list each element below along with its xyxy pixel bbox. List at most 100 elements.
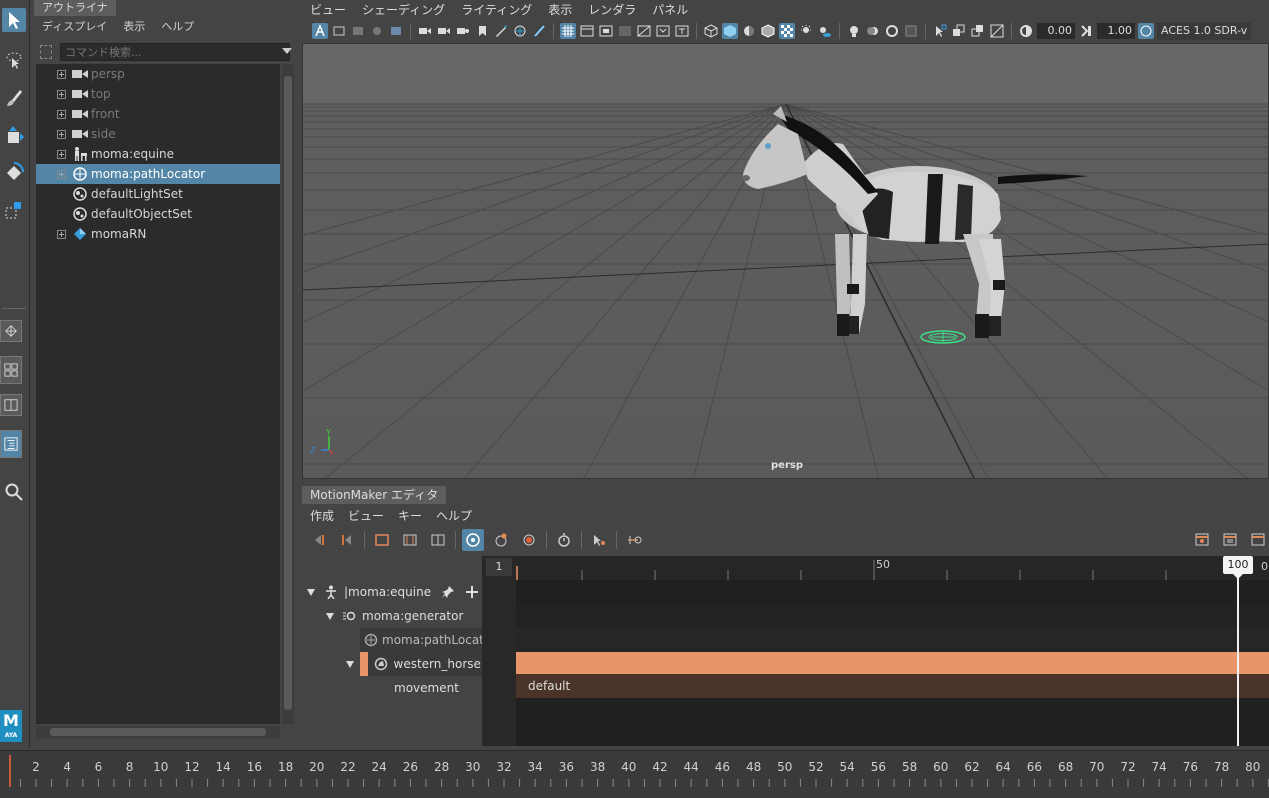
clock-icon[interactable] — [1247, 528, 1269, 550]
xray-joints-icon[interactable] — [970, 23, 986, 39]
start-frame-field[interactable]: 1 — [486, 558, 512, 576]
current-frame-line[interactable] — [1237, 556, 1239, 746]
outliner-item-momarn[interactable]: momaRN — [36, 224, 280, 244]
track-generator[interactable]: moma:generator — [300, 604, 482, 628]
2d-pan-icon[interactable] — [388, 23, 404, 39]
color-management-icon[interactable] — [1138, 23, 1154, 39]
bookmark-flag-icon[interactable] — [474, 23, 490, 39]
expand-icon[interactable] — [57, 109, 66, 119]
depth-of-field-icon[interactable] — [903, 23, 919, 39]
viewport-menu-show[interactable]: 表示 — [548, 0, 572, 20]
track-movement[interactable]: movement — [300, 676, 482, 700]
horse-model[interactable] — [742, 106, 1088, 338]
collapse-arrow-icon[interactable] — [346, 660, 354, 668]
outliner-menu-help[interactable]: ヘルプ — [161, 17, 194, 37]
viewport-menu-lighting[interactable]: ライティング — [461, 0, 532, 20]
expand-icon[interactable] — [57, 89, 66, 99]
view-transform-select[interactable]: ACES 1.0 SDR-v — [1157, 22, 1252, 40]
viewport-menu-shading[interactable]: シェーディング — [362, 0, 445, 20]
wireframe-icon[interactable] — [703, 23, 719, 39]
search-dropdown-arrow-icon[interactable] — [282, 48, 292, 54]
shadows-icon[interactable] — [817, 23, 833, 39]
track-western-horse[interactable]: western_horse — [300, 652, 482, 676]
outliner-item-side[interactable]: side — [36, 124, 280, 144]
collapse-arrow-icon[interactable] — [307, 588, 315, 596]
pin-icon[interactable] — [441, 585, 455, 599]
anti-aliasing-icon[interactable] — [884, 23, 900, 39]
outliner-menu-display[interactable]: ディスプレイ — [42, 17, 107, 37]
mm-menu-create[interactable]: 作成 — [310, 506, 334, 526]
prev-key-icon[interactable] — [308, 529, 330, 551]
collapse-arrow-icon[interactable] — [326, 612, 334, 620]
frame-playback-range-icon[interactable] — [427, 529, 449, 551]
gamma-icon[interactable] — [1078, 23, 1094, 39]
next-key-icon[interactable] — [336, 529, 358, 551]
add-path-icon[interactable] — [490, 529, 512, 551]
pen-icon[interactable] — [493, 23, 509, 39]
command-search-input[interactable] — [60, 43, 290, 61]
filter-icon[interactable] — [40, 45, 52, 59]
expand-icon[interactable] — [57, 169, 66, 179]
film-gate-icon[interactable] — [579, 23, 595, 39]
outliner-item-defaultlightset[interactable]: defaultLightSet — [36, 184, 280, 204]
isolate-select-icon[interactable] — [932, 23, 948, 39]
target-generator-icon[interactable] — [462, 529, 484, 551]
outliner-item-moma-pathlocator[interactable]: moma:pathLocator — [36, 164, 280, 184]
add-track-icon[interactable] — [465, 585, 479, 599]
safe-title-icon[interactable] — [674, 23, 690, 39]
textured-icon[interactable] — [779, 23, 795, 39]
frame-all-icon[interactable] — [371, 529, 393, 551]
mm-menu-key[interactable]: キー — [398, 506, 422, 526]
field-chart-icon[interactable] — [636, 23, 652, 39]
mm-menu-help[interactable]: ヘルプ — [436, 506, 472, 526]
camera-film-icon[interactable] — [436, 23, 452, 39]
move-tool-icon[interactable] — [2, 124, 26, 148]
camera-icon[interactable] — [417, 23, 433, 39]
time-slider[interactable]: 2 4 6 8 10 12 14 16 18 20 22 24 26 28 30 32 34 36 38 40 42 44… — [0, 750, 1269, 798]
motion-path-icon[interactable] — [623, 529, 645, 551]
wireframe-on-shaded-icon[interactable] — [760, 23, 776, 39]
current-frame-marker[interactable]: 100 — [1223, 556, 1253, 574]
bake-animation-icon[interactable] — [588, 529, 610, 551]
single-pane-layout-icon[interactable] — [0, 320, 22, 342]
timeline-ruler[interactable]: 50 0 — [516, 556, 1269, 580]
outliner-menu-show[interactable]: 表示 — [123, 17, 145, 37]
frame-selection-icon[interactable] — [399, 529, 421, 551]
camera-attributes-icon[interactable] — [331, 23, 347, 39]
expand-icon[interactable] — [57, 129, 66, 139]
motionmaker-tab[interactable]: MotionMaker エディタ — [302, 486, 447, 504]
calendar-icon[interactable] — [1219, 528, 1241, 550]
safe-action-icon[interactable] — [655, 23, 671, 39]
camera-gate-icon[interactable] — [455, 23, 471, 39]
select-tool-icon[interactable] — [2, 8, 26, 32]
grid-icon[interactable] — [560, 23, 576, 39]
viewport-menu-view[interactable]: ビュー — [310, 0, 346, 20]
xray-icon[interactable] — [951, 23, 967, 39]
track-equine[interactable]: |moma:equine — [300, 580, 482, 604]
viewport-menu-renderer[interactable]: レンダラ — [588, 0, 636, 20]
four-pane-layout-icon[interactable] — [0, 356, 22, 384]
mm-menu-view[interactable]: ビュー — [348, 506, 384, 526]
outliner-item-persp[interactable]: persp — [36, 64, 280, 84]
snap-to-frame-icon[interactable] — [1191, 528, 1213, 550]
search-icon[interactable] — [2, 480, 26, 504]
3d-viewport[interactable]: Y Z persp — [302, 43, 1269, 479]
motion-blur-icon[interactable] — [865, 23, 881, 39]
expand-icon[interactable] — [57, 69, 66, 79]
outliner-item-moma-equine[interactable]: moma:equine — [36, 144, 280, 164]
screen-space-ao-icon[interactable] — [846, 23, 862, 39]
two-pane-layout-icon[interactable] — [0, 394, 22, 416]
timer-icon[interactable] — [553, 529, 575, 551]
image-plane-icon[interactable] — [369, 23, 385, 39]
default-material-icon[interactable] — [741, 23, 757, 39]
brush-icon[interactable] — [531, 23, 547, 39]
outliner-vertical-scrollbar[interactable] — [282, 64, 294, 724]
add-key-icon[interactable] — [518, 529, 540, 551]
gate-mask-icon[interactable] — [617, 23, 633, 39]
xray-components-icon[interactable] — [989, 23, 1005, 39]
bookmark-icon[interactable] — [350, 23, 366, 39]
outliner-item-defaultobjectset[interactable]: defaultObjectSet — [36, 204, 280, 224]
grease-pencil-icon[interactable] — [512, 23, 528, 39]
exposure-icon[interactable] — [1018, 23, 1034, 39]
rotate-tool-icon[interactable] — [2, 160, 26, 184]
